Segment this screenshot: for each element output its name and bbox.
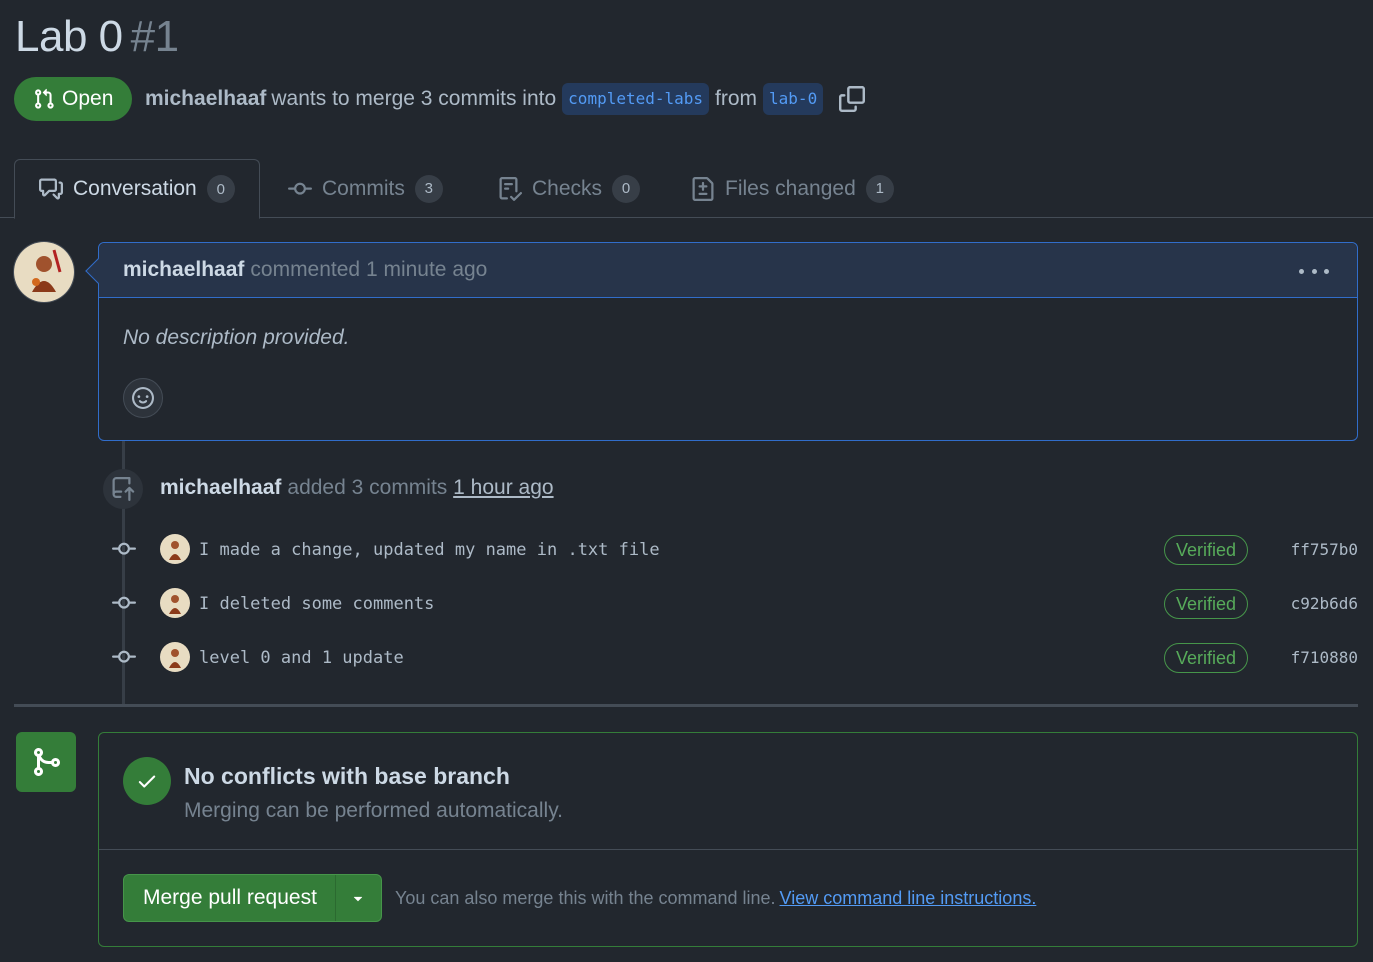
tab-files-changed-label: Files changed xyxy=(725,176,856,200)
tab-checks[interactable]: Checks 0 xyxy=(474,159,664,218)
add-reaction-button[interactable] xyxy=(123,378,163,418)
commit-author-avatar[interactable] xyxy=(160,588,190,618)
tab-files-changed[interactable]: Files changed 1 xyxy=(667,159,918,218)
merge-status-subtitle: Merging can be performed automatically. xyxy=(184,799,563,822)
merge-hint: You can also merge this with the command… xyxy=(395,888,1036,909)
verified-badge[interactable]: Verified xyxy=(1164,643,1249,673)
comment-body: No description provided. xyxy=(123,326,350,349)
pr-author-link[interactable]: michaelhaaf xyxy=(145,87,266,111)
repo-push-icon xyxy=(103,469,143,509)
event-author-link[interactable]: michaelhaaf xyxy=(160,476,281,499)
merge-button-group: Merge pull request xyxy=(123,874,382,922)
comment-box: michaelhaaf commented 1 minute ago No de… xyxy=(85,242,1358,441)
pr-state-label: Open xyxy=(62,87,114,110)
commit-row: level 0 and 1 update Verified f710880 xyxy=(110,640,1360,674)
comment-discussion-icon xyxy=(39,178,63,200)
comment-action: commented 1 minute ago xyxy=(250,258,488,281)
verified-badge[interactable]: Verified xyxy=(1164,535,1249,565)
git-commit-icon xyxy=(112,542,136,555)
merge-method-dropdown[interactable] xyxy=(334,875,381,921)
copy-icon[interactable] xyxy=(839,86,866,112)
commit-row: I deleted some comments Verified c92b6d6 xyxy=(110,586,1360,620)
merge-status-title: No conflicts with base branch xyxy=(184,763,510,789)
git-merge-icon xyxy=(16,732,76,792)
triangle-down-icon xyxy=(354,896,363,902)
merge-actions: Merge pull request You can also merge th… xyxy=(99,850,1357,946)
commit-message-link[interactable]: I made a change, updated my name in .txt… xyxy=(199,540,660,560)
merge-status: No conflicts with base branch Merging ca… xyxy=(99,733,1357,850)
tab-commits[interactable]: Commits 3 xyxy=(264,159,467,218)
check-icon xyxy=(123,757,171,805)
tab-checks-label: Checks xyxy=(532,176,603,200)
comment-header: michaelhaaf commented 1 minute ago xyxy=(99,243,1357,298)
commit-row: I made a change, updated my name in .txt… xyxy=(110,532,1360,566)
commit-sha-link[interactable]: ff757b0 xyxy=(1291,540,1358,559)
base-branch-label[interactable]: completed-labs xyxy=(562,83,710,115)
smiley-icon xyxy=(132,387,154,409)
commit-sha-link[interactable]: f710880 xyxy=(1291,648,1358,667)
timeline-divider xyxy=(14,704,1358,707)
commit-author-avatar[interactable] xyxy=(160,642,190,672)
commit-sha-link[interactable]: c92b6d6 xyxy=(1291,594,1358,613)
file-diff-icon xyxy=(692,176,714,201)
git-commit-icon xyxy=(288,182,312,195)
pr-title-text: Lab 0 xyxy=(15,12,123,61)
merge-pull-request-button[interactable]: Merge pull request xyxy=(124,875,335,921)
commit-message-link[interactable]: level 0 and 1 update xyxy=(199,648,404,668)
event-time-link[interactable]: 1 hour ago xyxy=(453,476,553,499)
git-commit-icon xyxy=(112,596,136,609)
head-branch-label[interactable]: lab-0 xyxy=(763,83,824,115)
tab-commits-label: Commits xyxy=(322,176,405,200)
verified-badge[interactable]: Verified xyxy=(1164,589,1249,619)
pr-from-text: from xyxy=(715,87,758,110)
pr-state-badge: Open xyxy=(14,77,133,121)
comment-author-link[interactable]: michaelhaaf xyxy=(123,258,244,282)
tab-commits-count: 3 xyxy=(414,174,443,203)
merge-box: No conflicts with base branch Merging ca… xyxy=(98,732,1358,947)
commits-event-text: michaelhaaf added 3 commits 1 hour ago xyxy=(160,476,554,500)
commit-author-avatar[interactable] xyxy=(160,534,190,564)
checklist-icon xyxy=(499,176,522,201)
git-commit-icon xyxy=(112,650,136,663)
tab-conversation-label: Conversation xyxy=(73,177,197,200)
tab-checks-count: 0 xyxy=(612,174,641,203)
merge-hint-text: You can also merge this with the command… xyxy=(395,888,776,908)
pr-merge-text: wants to merge 3 commits into xyxy=(271,87,557,110)
git-pull-request-icon xyxy=(35,88,54,109)
pr-tabs: Conversation 0 Commits 3 Checks 0 Files … xyxy=(0,159,1373,219)
tab-files-changed-count: 1 xyxy=(865,174,894,203)
tab-conversation-count: 0 xyxy=(206,175,235,203)
comment-author-avatar[interactable] xyxy=(13,241,75,303)
event-action: added 3 commits xyxy=(287,476,448,499)
pr-title: Lab 0 #1 xyxy=(15,12,179,62)
tab-conversation[interactable]: Conversation 0 xyxy=(14,159,260,219)
command-line-instructions-link[interactable]: View command line instructions. xyxy=(780,888,1037,908)
kebab-horizontal-icon[interactable] xyxy=(1299,261,1329,281)
commit-message-link[interactable]: I deleted some comments xyxy=(199,594,434,614)
pr-merge-meta: michaelhaaf wants to merge 3 commits int… xyxy=(145,82,866,116)
pr-number: #1 xyxy=(130,12,179,61)
